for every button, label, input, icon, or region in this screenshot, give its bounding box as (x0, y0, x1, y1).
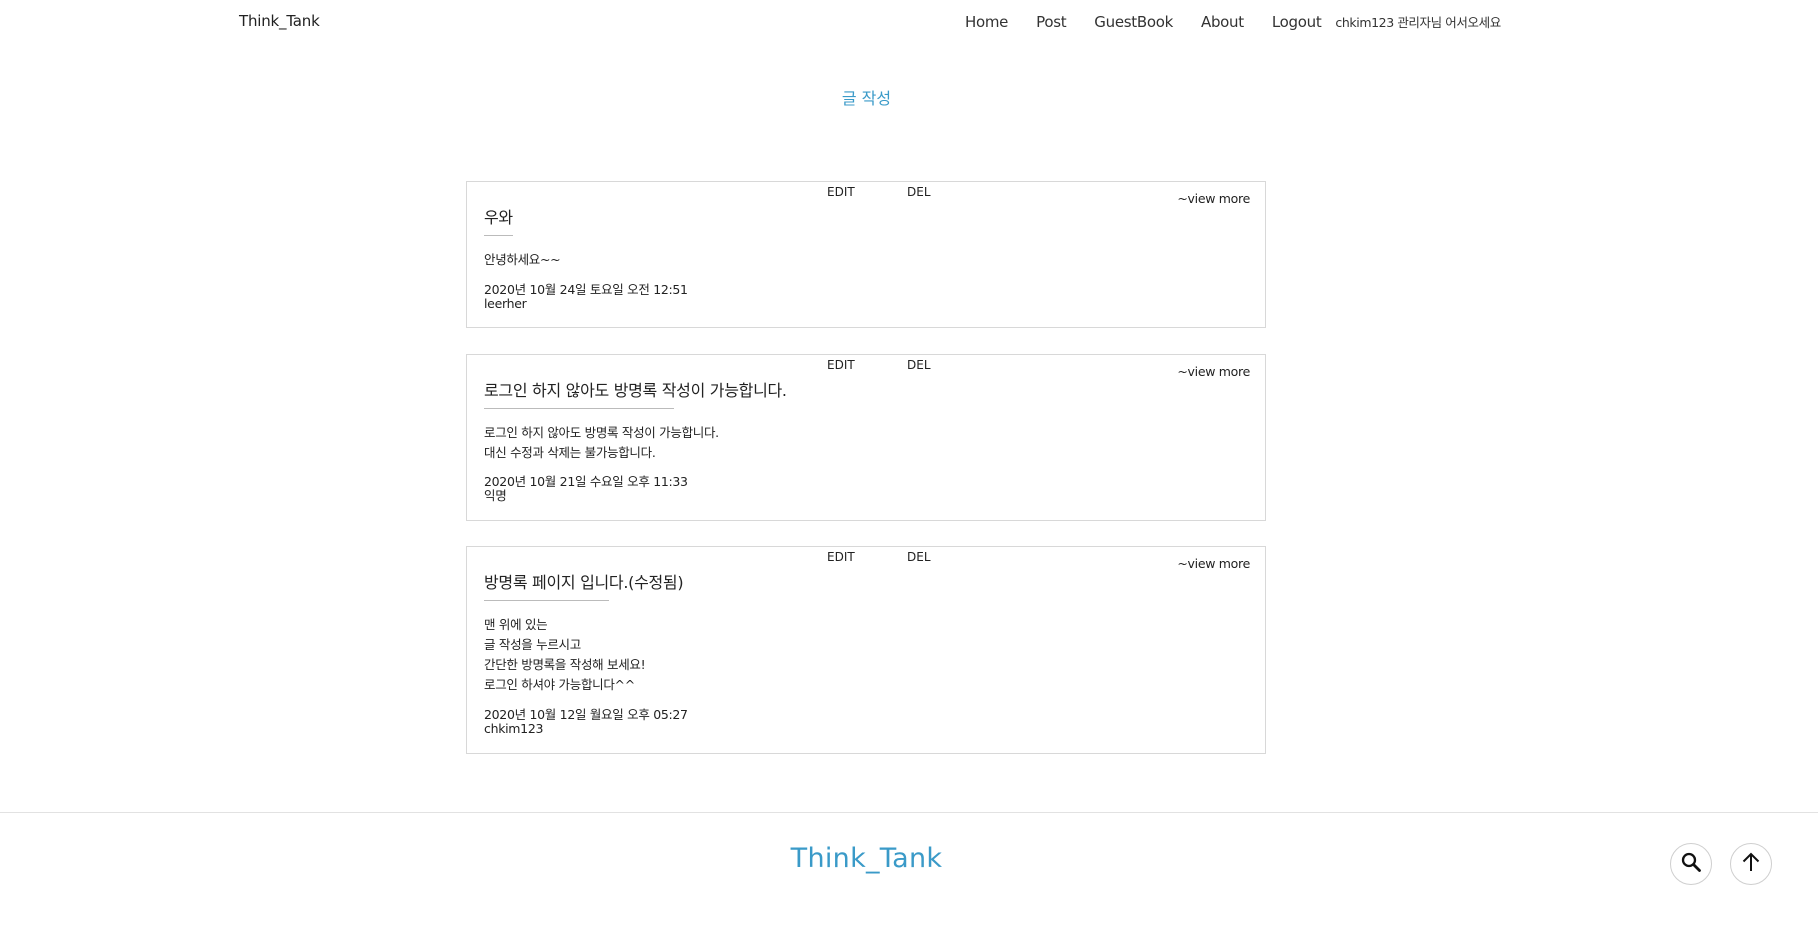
post-author: 익명 (484, 488, 507, 503)
card-meta: 2020년 10월 12일 월요일 오후 05:27 chkim123 (484, 708, 688, 736)
post-author: leerher (484, 296, 527, 311)
content-line: 맨 위에 있는 (484, 617, 548, 632)
delete-button[interactable]: DEL (907, 185, 931, 199)
footer: Think_Tank (0, 812, 1818, 925)
guestbook-card: EDIT DEL ~view more 방명록 페이지 입니다.(수정됨) 맨 … (466, 546, 1266, 754)
post-date: 2020년 10월 24일 토요일 오전 12:51 (484, 282, 688, 297)
view-more-link[interactable]: ~view more (1177, 556, 1250, 571)
card-title-wrap: 우와 (484, 204, 513, 236)
nav-about[interactable]: About (1201, 13, 1244, 31)
card-title: 방명록 페이지 입니다.(수정됨) (484, 573, 684, 592)
edit-button[interactable]: EDIT (827, 185, 907, 199)
search-button[interactable] (1670, 843, 1712, 885)
nav-home[interactable]: Home (965, 13, 1008, 31)
post-date: 2020년 10월 12일 월요일 오후 05:27 (484, 707, 688, 722)
card-title: 로그인 하지 않아도 방명록 작성이 가능합니다. (484, 381, 787, 400)
guestbook-card: EDIT DEL ~view more 우와 안녕하세요~~ 2020년 10월… (466, 181, 1266, 328)
edit-button[interactable]: EDIT (827, 550, 907, 564)
footer-brand: Think_Tank (790, 843, 943, 874)
scroll-top-button[interactable] (1730, 843, 1772, 885)
card-actions: EDIT DEL (827, 358, 931, 372)
main-nav: Home Post GuestBook About Logout chkim12… (965, 12, 1501, 31)
card-content: 로그인 하지 않아도 방명록 작성이 가능합니다. 대신 수정과 삭제는 불가능… (484, 423, 719, 463)
title-underline (484, 235, 513, 236)
nav-guestbook[interactable]: GuestBook (1094, 13, 1173, 31)
brand-logo[interactable]: Think_Tank (239, 12, 320, 30)
card-actions: EDIT DEL (827, 550, 931, 564)
title-underline (484, 408, 674, 409)
edit-button[interactable]: EDIT (827, 358, 907, 372)
content-line: 안녕하세요~~ (484, 252, 561, 267)
content-line: 로그인 하셔야 가능합니다^^ (484, 677, 635, 692)
card-title: 우와 (484, 208, 513, 227)
nav-post[interactable]: Post (1036, 13, 1066, 31)
search-icon (1680, 851, 1702, 877)
delete-button[interactable]: DEL (907, 550, 931, 564)
content-line: 로그인 하지 않아도 방명록 작성이 가능합니다. (484, 425, 719, 440)
guestbook-card: EDIT DEL ~view more 로그인 하지 않아도 방명록 작성이 가… (466, 354, 1266, 521)
card-content: 맨 위에 있는 글 작성을 누르시고 간단한 방명록을 작성해 보세요! 로그인… (484, 615, 646, 695)
content-line: 대신 수정과 삭제는 불가능합니다. (484, 445, 656, 460)
card-meta: 2020년 10월 21일 수요일 오후 11:33 익명 (484, 475, 688, 503)
write-post-link[interactable]: 글 작성 (0, 85, 1733, 109)
card-content: 안녕하세요~~ (484, 250, 561, 270)
view-more-link[interactable]: ~view more (1177, 364, 1250, 379)
card-meta: 2020년 10월 24일 토요일 오전 12:51 leerher (484, 283, 688, 311)
post-author: chkim123 (484, 721, 544, 736)
card-title-wrap: 로그인 하지 않아도 방명록 작성이 가능합니다. (484, 377, 787, 409)
card-actions: EDIT DEL (827, 185, 931, 199)
post-date: 2020년 10월 21일 수요일 오후 11:33 (484, 474, 688, 489)
title-underline (484, 600, 609, 601)
delete-button[interactable]: DEL (907, 358, 931, 372)
arrow-up-icon (1740, 851, 1762, 877)
content-line: 글 작성을 누르시고 (484, 637, 581, 652)
view-more-link[interactable]: ~view more (1177, 191, 1250, 206)
content-line: 간단한 방명록을 작성해 보세요! (484, 657, 646, 672)
welcome-message: chkim123 관리자님 어서오세요 (1335, 15, 1501, 30)
navbar: Think_Tank Home Post GuestBook About Log… (0, 0, 1818, 44)
card-title-wrap: 방명록 페이지 입니다.(수정됨) (484, 569, 684, 601)
nav-logout[interactable]: Logout (1272, 13, 1322, 31)
